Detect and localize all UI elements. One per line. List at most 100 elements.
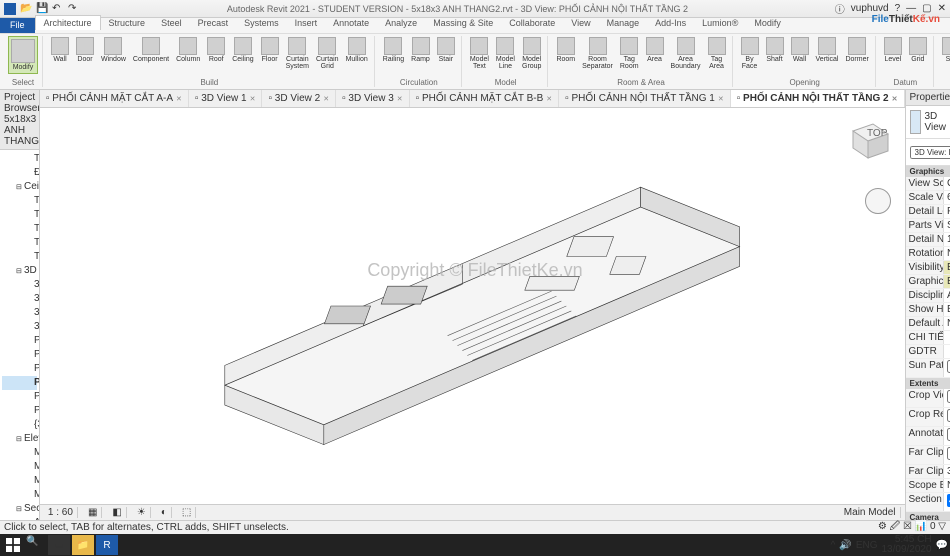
ribbon-modelgroup-button[interactable]: Model Group — [520, 36, 543, 71]
close-tab-icon[interactable]: ✕ — [323, 95, 329, 103]
menu-tab-annotate[interactable]: Annotate — [325, 16, 377, 30]
menu-tab-massingsite[interactable]: Massing & Site — [425, 16, 501, 30]
ribbon-roomseparator-button[interactable]: Room Separator — [580, 36, 615, 71]
view-tab[interactable]: ▫ PHỐI CẢNH NỘI THẤT TẦNG 1✕ — [559, 90, 731, 107]
tree-node[interactable]: PHỐI CẢNH NỘI THẤT TẦNG 2 — [2, 376, 37, 390]
tree-node[interactable]: {3D} — [2, 418, 37, 432]
view-tab[interactable]: ▫ PHỐI CẢNH NỘI THẤT TẦNG 2✕ — [731, 90, 905, 107]
tree-node[interactable]: TẦNG LỬNG 2 — [2, 152, 37, 166]
view-tab[interactable]: ▫ 3D View 2✕ — [262, 90, 336, 107]
start-button[interactable] — [2, 535, 24, 555]
notification-icon[interactable]: 💬 — [936, 540, 948, 551]
menu-tab-architecture[interactable]: Architecture — [35, 15, 101, 30]
ribbon-component-button[interactable]: Component — [131, 36, 171, 64]
tree-node[interactable]: MẶT ĐỨNG TRƯỚC TRỤC B-A — [2, 488, 37, 502]
close-tab-icon[interactable]: ✕ — [176, 95, 182, 103]
close-tab-icon[interactable]: ✕ — [250, 95, 256, 103]
prop-value[interactable]: 60 — [944, 191, 950, 204]
ribbon-column-button[interactable]: Column — [174, 36, 202, 64]
ribbon-areaboundary-button[interactable]: Area Boundary — [669, 36, 703, 71]
tree-node[interactable]: PHỐI CẢNH MẶT CẮT B-B — [2, 348, 37, 362]
ribbon-room-button[interactable]: Room — [554, 36, 577, 64]
prop-value[interactable]: Edit... — [944, 275, 950, 288]
prop-value[interactable]: 1 — [944, 233, 950, 246]
prop-category[interactable]: Extents — [906, 378, 950, 389]
ribbon-dormer-button[interactable]: Dormer — [843, 36, 870, 64]
tray-chevron-icon[interactable]: ^ — [831, 540, 836, 551]
menu-tab-manage[interactable]: Manage — [599, 16, 648, 30]
view-tab[interactable]: ▫ 3D View 3✕ — [336, 90, 410, 107]
detail-icon[interactable]: ▦ — [84, 507, 102, 518]
shadow-icon[interactable]: ◐ — [157, 507, 172, 518]
menu-tab-view[interactable]: View — [563, 16, 598, 30]
tree-node[interactable]: A — [2, 516, 37, 520]
view-tab[interactable]: ▫ 3D View 1✕ — [189, 90, 263, 107]
menu-tab-analyze[interactable]: Analyze — [377, 16, 425, 30]
tree-node[interactable]: MẶT ĐỨNG TRÁI TRỤC 1-B — [2, 474, 37, 488]
tree-node[interactable]: Sections (Wall Section) — [2, 502, 37, 516]
prop-value[interactable] — [944, 389, 950, 407]
prop-value[interactable]: None — [944, 317, 950, 330]
tree-node[interactable]: 3D View 1 — [2, 292, 37, 306]
tree-node[interactable]: PHỐI CẢNH NỘI THẤT TẦNG 3 — [2, 390, 37, 404]
tree-node[interactable]: MẶT ĐỨNG PHẢI TRỤC B-1 — [2, 446, 37, 460]
menu-tab-addins[interactable]: Add-Ins — [647, 16, 694, 30]
file-tab[interactable]: File — [0, 18, 35, 33]
ribbon-window-button[interactable]: Window — [99, 36, 128, 64]
prop-category[interactable]: Graphics — [906, 166, 950, 177]
steering-wheel[interactable] — [865, 188, 891, 214]
tray-sound-icon[interactable]: 🔊 — [839, 540, 851, 551]
menu-tab-structure[interactable]: Structure — [101, 16, 154, 30]
prop-value[interactable] — [944, 345, 950, 358]
tree-node[interactable]: TẦNG LỬNG 1 — [2, 236, 37, 250]
ribbon-ramp-button[interactable]: Ramp — [409, 36, 432, 64]
close-tab-icon[interactable]: ✕ — [397, 95, 403, 103]
redo-icon[interactable]: ↷ — [68, 3, 80, 15]
tree-node[interactable]: 3D Views — [2, 264, 37, 278]
menu-tab-modify[interactable]: Modify — [746, 16, 789, 30]
sun-icon[interactable]: ☀ — [133, 507, 151, 518]
tree-node[interactable]: TẦNG 3 — [2, 222, 37, 236]
tree-node[interactable]: TẦNG 2 — [2, 208, 37, 222]
ribbon-door-button[interactable]: Door — [74, 36, 96, 64]
tree-node[interactable]: ĐỊNH VỊ — [2, 166, 37, 180]
revit-app-icon[interactable]: R — [96, 535, 118, 555]
tray-lang[interactable]: ENG — [856, 540, 878, 551]
tree-node[interactable]: 3D View 3 — [2, 320, 37, 334]
ribbon-floor-button[interactable]: Floor — [259, 36, 281, 64]
ribbon-modeltext-button[interactable]: Model Text — [468, 36, 491, 71]
search-icon[interactable]: 🔍 — [26, 536, 46, 554]
ribbon-roof-button[interactable]: Roof — [205, 36, 227, 64]
menu-tab-precast[interactable]: Precast — [190, 16, 237, 30]
tree-node[interactable]: TẦNG LỬNG 2 — [2, 250, 37, 264]
close-tab-icon[interactable]: ✕ — [718, 95, 724, 103]
prop-value[interactable]: None — [944, 479, 950, 492]
explorer-icon[interactable]: 📁 — [72, 535, 94, 555]
ribbon-ceiling-button[interactable]: Ceiling — [230, 36, 255, 64]
ribbon-vertical-button[interactable]: Vertical — [814, 36, 841, 64]
tree-node[interactable]: PHỐI CẢNH NỘI THẤT TẦNG MÁI — [2, 404, 37, 418]
prop-value[interactable] — [944, 408, 950, 426]
view-cube[interactable]: TOP — [843, 116, 893, 166]
tree-node[interactable]: 3D Structure — [2, 278, 37, 292]
crop-icon[interactable]: ⬚ — [178, 507, 196, 518]
open-icon[interactable]: 📂 — [20, 3, 32, 15]
tree-node[interactable]: TẦNG 1 — [2, 194, 37, 208]
tree-node[interactable]: PHỐI CẢNH NỘI THẤT TẦNG 1 — [2, 362, 37, 376]
view-tab[interactable]: ▫ PHỐI CẢNH MẶT CẮT B-B✕ — [410, 90, 560, 107]
ribbon-curtainsystem-button[interactable]: Curtain System — [284, 36, 311, 71]
ribbon-byface-button[interactable]: By Face — [739, 36, 761, 71]
ribbon-stair-button[interactable]: Stair — [435, 36, 457, 64]
menu-tab-insert[interactable]: Insert — [287, 16, 326, 30]
tree-node[interactable]: PHỐI CẢNH MẶT CẮT A-A — [2, 334, 37, 348]
ribbon-area-button[interactable]: Area — [644, 36, 666, 64]
prop-value[interactable]: Edit... — [944, 261, 950, 274]
ribbon-railing-button[interactable]: Railing — [381, 36, 406, 64]
menu-tab-systems[interactable]: Systems — [236, 16, 287, 30]
ribbon-mullion-button[interactable]: Mullion — [344, 36, 370, 64]
prop-value[interactable] — [944, 331, 950, 344]
ribbon-set-button[interactable]: Set — [940, 36, 950, 64]
prop-value[interactable]: Architectural — [944, 289, 950, 302]
ribbon-curtaingrid-button[interactable]: Curtain Grid — [314, 36, 341, 71]
visual-style-icon[interactable]: ◧ — [108, 507, 126, 518]
